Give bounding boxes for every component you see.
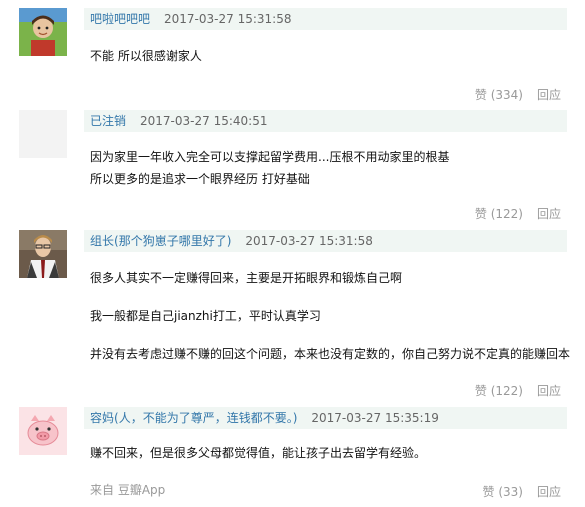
- reply-button[interactable]: 回应: [537, 382, 561, 400]
- man-avatar-icon: [19, 230, 67, 278]
- comment-line: 赚不回来，但是很多父母都觉得值，能让孩子出去留学有经验。: [90, 446, 427, 460]
- like-count: (33): [498, 485, 523, 499]
- author-link[interactable]: 已注销: [90, 114, 126, 128]
- avatar[interactable]: [19, 407, 67, 455]
- comment-meta: 组长(那个狗崽子哪里好了) 2017-03-27 15:31:58: [84, 230, 567, 252]
- comment-meta: 已注销 2017-03-27 15:40:51: [84, 110, 567, 132]
- like-count: (122): [490, 207, 523, 221]
- comment-line: 并没有去考虑过赚不赚的回这个问题，本来也没有定数的，你自己努力说不定真的能赚回本: [90, 347, 571, 361]
- like-label: 赞: [474, 207, 487, 221]
- comment-text: 不能 所以很感谢家人: [90, 45, 575, 67]
- like-button[interactable]: 赞 (122): [475, 205, 523, 223]
- like-label: 赞: [474, 384, 487, 398]
- author-signature: (那个狗崽子哪里好了): [114, 234, 232, 248]
- comment-meta: 吧啦吧吧吧 2017-03-27 15:31:58: [84, 8, 567, 30]
- author-link[interactable]: 吧啦吧吧吧: [90, 12, 150, 26]
- like-button[interactable]: 赞 (33): [483, 483, 523, 501]
- comment-text: 赚不回来，但是很多父母都觉得值，能让孩子出去留学有经验。: [90, 442, 575, 464]
- like-count: (122): [490, 384, 523, 398]
- avatar[interactable]: [19, 230, 67, 278]
- avatar[interactable]: [19, 110, 67, 158]
- comment-item: 吧啦吧吧吧 2017-03-27 15:31:58 不能 所以很感谢家人 赞 (3…: [0, 0, 585, 105]
- pig-avatar-icon: [19, 407, 67, 455]
- comment-text: 很多人其实不一定赚得回来，主要是开拓眼界和锻炼自己啊 我一般都是自己jianzh…: [90, 267, 575, 365]
- comment-source: 来自 豆瓣App: [90, 483, 166, 497]
- comment-actions: 赞 (122) 回应: [475, 382, 561, 400]
- comment-meta: 容妈(人，不能为了尊严，连钱都不要。) 2017-03-27 15:35:19: [84, 407, 567, 429]
- author-link[interactable]: 容妈: [90, 411, 114, 425]
- comment-actions: 赞 (33) 回应: [483, 483, 562, 501]
- comment-time: 2017-03-27 15:40:51: [140, 114, 268, 128]
- reply-button[interactable]: 回应: [537, 483, 561, 501]
- like-label: 赞: [474, 88, 487, 102]
- author-signature: (人，不能为了尊严，连钱都不要。): [114, 411, 298, 425]
- reply-button[interactable]: 回应: [537, 205, 561, 223]
- like-button[interactable]: 赞 (334): [475, 86, 523, 104]
- comment-line: 很多人其实不一定赚得回来，主要是开拓眼界和锻炼自己啊: [90, 271, 403, 285]
- avatar[interactable]: [19, 8, 67, 56]
- comment-line: 因为家里一年收入完全可以支撑起留学费用...压根不用动家里的根基: [90, 150, 450, 164]
- like-count: (334): [490, 88, 523, 102]
- comment-actions: 赞 (334) 回应: [475, 86, 561, 104]
- reply-button[interactable]: 回应: [537, 86, 561, 104]
- comment-text: 因为家里一年收入完全可以支撑起留学费用...压根不用动家里的根基 所以更多的是追…: [90, 146, 575, 190]
- like-label: 赞: [482, 485, 495, 499]
- comment-line: 不能 所以很感谢家人: [90, 49, 202, 63]
- comment-time: 2017-03-27 15:31:58: [245, 234, 373, 248]
- comment-actions: 赞 (122) 回应: [475, 205, 561, 223]
- comment-time: 2017-03-27 15:31:58: [164, 12, 292, 26]
- default-avatar-icon: [19, 110, 67, 158]
- comment-line: 我一般都是自己jianzhi打工，平时认真学习: [90, 309, 321, 323]
- like-button[interactable]: 赞 (122): [475, 382, 523, 400]
- author-link[interactable]: 组长: [90, 234, 114, 248]
- boy-avatar-icon: [19, 8, 67, 56]
- comment-time: 2017-03-27 15:35:19: [311, 411, 439, 425]
- comment-line: 所以更多的是追求一个眼界经历 打好基础: [90, 172, 310, 186]
